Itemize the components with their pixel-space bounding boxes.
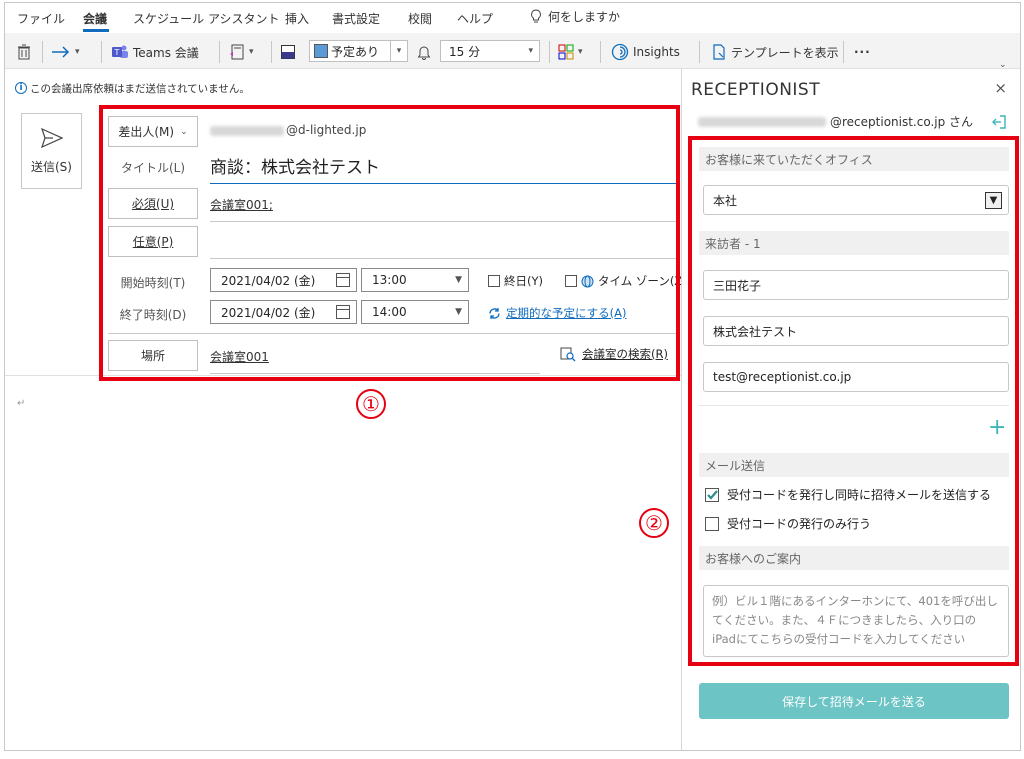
ribbon-toolbar: ▾ T Teams 会議 ▾ 予定あり ▾ 15 分 ▾ ▾ Insights … xyxy=(5,33,1020,70)
tab-insert[interactable]: 挿入 xyxy=(285,10,309,27)
tab-format[interactable]: 書式設定 xyxy=(332,10,380,27)
insights-icon xyxy=(611,43,629,61)
response-options-button[interactable]: ▾ xyxy=(229,40,254,64)
annotation-number-1: ① xyxy=(356,389,386,419)
lightbulb-icon xyxy=(531,9,541,23)
bell-icon xyxy=(417,46,431,60)
annotation-box-1 xyxy=(99,105,680,381)
categorize-button[interactable]: ▾ xyxy=(558,40,583,64)
template-icon xyxy=(713,44,725,60)
signed-in-user: @receptionist.co.jp さん xyxy=(698,113,1007,130)
redacted-username xyxy=(698,116,826,127)
chevron-down-icon: ▾ xyxy=(75,47,80,57)
close-icon[interactable]: × xyxy=(994,79,1007,97)
trash-icon xyxy=(18,44,30,60)
svg-text:T: T xyxy=(114,48,120,57)
response-options-icon xyxy=(230,44,244,60)
info-icon: i xyxy=(15,82,27,94)
reminder-bell xyxy=(417,40,431,64)
send-button[interactable]: 送信(S) xyxy=(21,113,82,189)
chevron-down-icon: ▾ xyxy=(528,46,533,56)
tell-me-label: 何をしますか xyxy=(548,10,621,24)
separator xyxy=(843,41,844,63)
annotation-box-2 xyxy=(688,136,1019,666)
show-as-dropdown[interactable]: ▾ xyxy=(390,40,408,62)
separator xyxy=(600,41,601,63)
reminder-select[interactable]: 15 分 ▾ xyxy=(440,40,540,62)
tab-help[interactable]: ヘルプ xyxy=(457,10,493,27)
delete-button[interactable] xyxy=(17,40,31,64)
arrow-right-icon xyxy=(52,46,70,58)
view-templates-label: テンプレートを表示 xyxy=(731,45,839,60)
show-as-color-button[interactable] xyxy=(281,40,295,64)
more-options-button[interactable]: ··· xyxy=(854,40,871,64)
tab-review[interactable]: 校閲 xyxy=(408,10,432,27)
separator xyxy=(219,41,220,63)
info-bar: i この会議出席依頼はまだ送信されていません。 xyxy=(5,79,250,97)
tab-scheduling-assistant[interactable]: スケジュール アシスタント xyxy=(133,10,280,27)
chevron-down-icon: ▾ xyxy=(396,46,402,56)
ribbon-tabs: ファイル 会議 スケジュール アシスタント 挿入 書式設定 校閲 ヘルプ 何をし… xyxy=(5,3,1020,33)
separator xyxy=(42,41,43,63)
busy-status-icon xyxy=(281,45,295,59)
paragraph-mark[interactable]: ↵ xyxy=(17,398,25,409)
send-icon xyxy=(40,127,63,148)
tell-me-search[interactable]: 何をしますか xyxy=(530,8,620,25)
show-as-value: 予定あり xyxy=(331,44,380,59)
view-templates-button[interactable]: テンプレートを表示 xyxy=(711,40,839,64)
insights-label: Insights xyxy=(633,45,680,59)
forward-button[interactable]: ▾ xyxy=(51,40,80,64)
user-email-suffix: @receptionist.co.jp さん xyxy=(830,115,974,129)
annotation-number-2: ② xyxy=(639,508,669,538)
tab-file[interactable]: ファイル xyxy=(17,10,65,27)
save-and-send-button[interactable]: 保存して招待メールを送る xyxy=(699,683,1009,719)
tab-meeting[interactable]: 会議 xyxy=(83,10,107,27)
separator xyxy=(549,41,550,63)
active-tab-indicator xyxy=(83,29,109,32)
separator xyxy=(699,41,700,63)
separator xyxy=(101,41,102,63)
categorize-icon xyxy=(558,44,574,60)
reminder-value: 15 分 xyxy=(449,44,481,59)
chevron-down-icon: ▾ xyxy=(578,47,583,57)
teams-meeting-button[interactable]: T Teams 会議 xyxy=(111,40,199,64)
separator xyxy=(271,41,272,63)
teams-icon: T xyxy=(112,45,128,58)
status-color-swatch xyxy=(314,44,328,58)
sign-out-icon[interactable] xyxy=(991,114,1007,129)
show-as-select[interactable]: 予定あり xyxy=(309,40,391,62)
chevron-down-icon: ▾ xyxy=(249,47,254,57)
outlook-window: ファイル 会議 スケジュール アシスタント 挿入 書式設定 校閲 ヘルプ 何をし… xyxy=(4,2,1021,751)
info-message: この会議出席依頼はまだ送信されていません。 xyxy=(30,82,250,95)
pane-title: RECEPTIONIST xyxy=(691,80,821,100)
send-label: 送信(S) xyxy=(31,159,72,174)
teams-meeting-label: Teams 会議 xyxy=(133,45,199,60)
insights-button[interactable]: Insights xyxy=(611,40,680,64)
